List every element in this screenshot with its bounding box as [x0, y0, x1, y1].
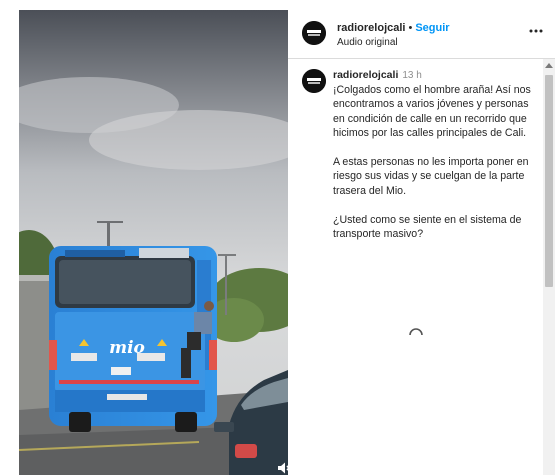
caption-username[interactable]: radiorelojcali — [333, 69, 398, 81]
comments-scrollbar[interactable] — [543, 59, 555, 475]
header-separator: • — [408, 22, 413, 34]
video-frame: mio — [19, 10, 288, 475]
more-options-button[interactable] — [528, 23, 544, 39]
caption-paragraph: ¡Colgados como el hombre araña! Así nos … — [333, 84, 531, 140]
header-username[interactable]: radiorelojcali — [337, 22, 405, 34]
caption-avatar[interactable] — [302, 69, 326, 93]
follow-button[interactable]: Seguir — [415, 22, 449, 34]
caption-header: radiorelojcali 13 h — [333, 69, 422, 81]
caption-timestamp[interactable]: 13 h — [402, 70, 421, 81]
post-details-panel: radiorelojcali • Seguir Audio original rad… — [288, 10, 555, 475]
account-avatar[interactable] — [302, 21, 326, 45]
radio-reloj-logo-icon — [302, 69, 326, 93]
audio-label[interactable]: Audio original — [337, 37, 398, 48]
radio-reloj-logo-icon — [302, 21, 326, 45]
post-header: radiorelojcali • Seguir Audio original — [288, 10, 555, 59]
speaker-muted-icon — [278, 462, 288, 474]
header-account-line: radiorelojcali • Seguir — [337, 22, 450, 34]
scroll-up-arrow-icon[interactable] — [545, 63, 553, 68]
caption-comment: radiorelojcali 13 h ¡Colgados como el hom… — [288, 59, 543, 475]
more-horizontal-icon — [529, 29, 543, 33]
caption-paragraph: A estas personas no les importa poner en… — [333, 156, 529, 197]
caption-paragraph: ¿Usted como se siente en el sistema de t… — [333, 213, 522, 241]
post-video[interactable]: mio — [19, 10, 288, 475]
caption-text: ¡Colgados como el hombre araña! Así nos … — [333, 83, 533, 256]
scrollbar-thumb[interactable] — [545, 75, 553, 287]
mute-button[interactable] — [271, 455, 288, 475]
loading-spinner-icon — [409, 328, 423, 336]
